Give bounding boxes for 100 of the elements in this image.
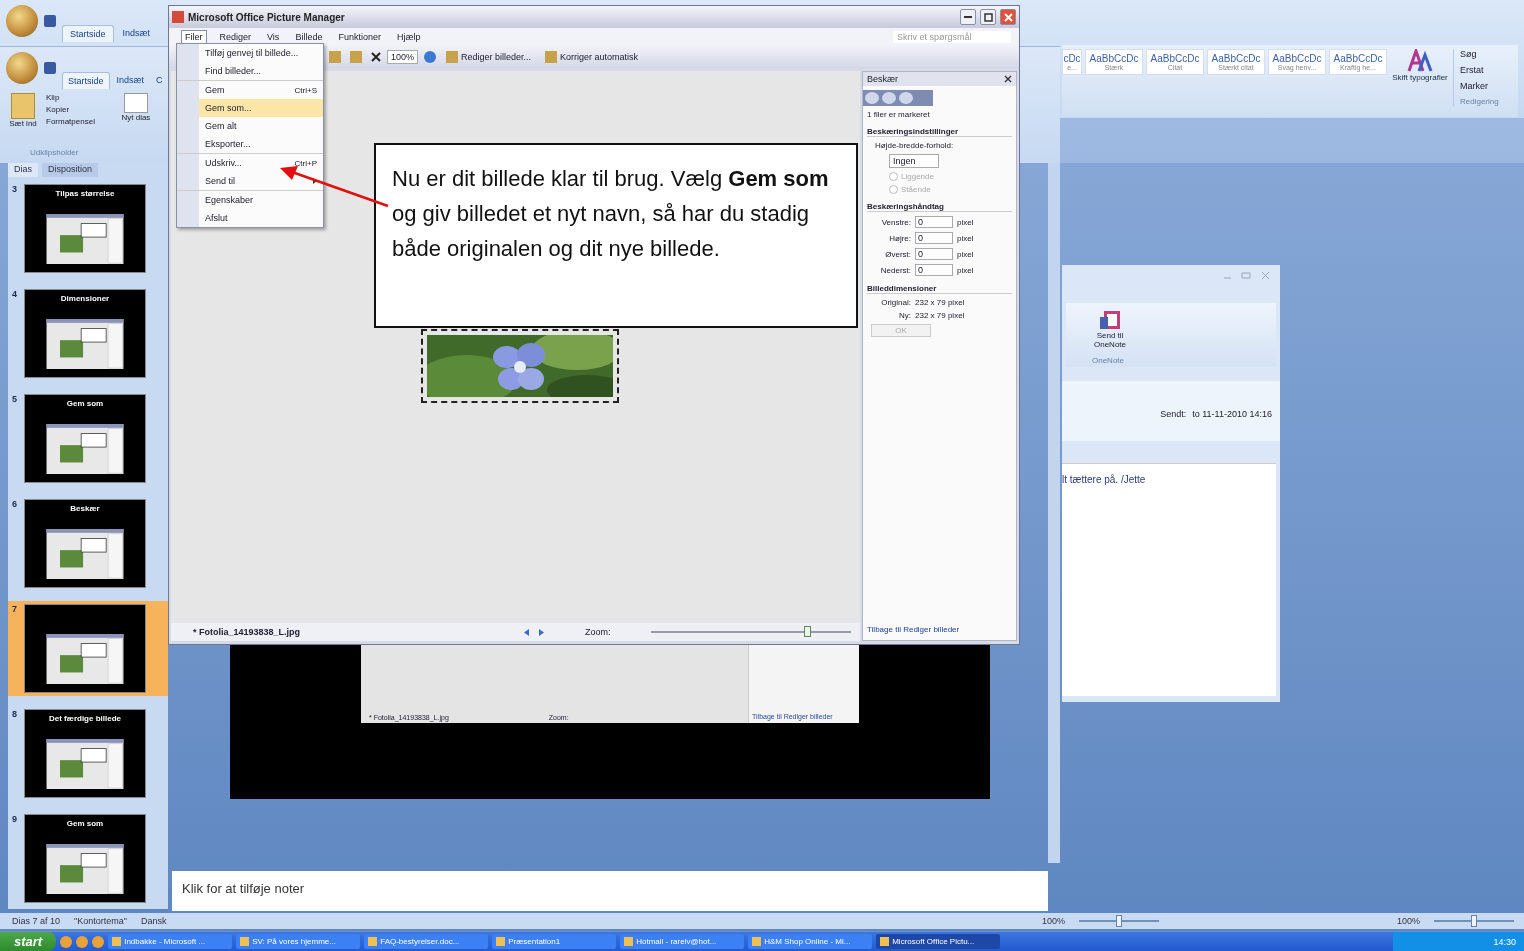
menu-item[interactable]: Vis bbox=[264, 30, 283, 43]
maximize-button[interactable] bbox=[980, 9, 996, 25]
menu-item[interactable]: Hjælp bbox=[393, 30, 424, 43]
navigation-arrows-icon[interactable] bbox=[523, 627, 545, 637]
quick-launch-icon[interactable] bbox=[92, 935, 105, 948]
taskbar-button[interactable]: H&M Shop Online - Mi... bbox=[748, 934, 873, 949]
save-icon[interactable] bbox=[44, 15, 56, 27]
taskbar-button[interactable]: SV: På vores hjemme... bbox=[236, 934, 361, 949]
auto-correct-button[interactable]: Korriger automatisk bbox=[541, 51, 643, 63]
group-label: OneNote bbox=[1092, 356, 1125, 365]
maximize-icon bbox=[983, 12, 993, 22]
clock: 14:30 bbox=[1493, 936, 1516, 947]
pane-tab[interactable]: Dias bbox=[8, 163, 38, 177]
office-button[interactable] bbox=[6, 5, 38, 37]
unit-label: pixel bbox=[957, 249, 974, 259]
forward-icon[interactable] bbox=[882, 92, 896, 104]
new-slide-button[interactable]: Nyt dias bbox=[120, 93, 151, 128]
clipboard-icon bbox=[11, 93, 35, 119]
zoom-slider-handle[interactable] bbox=[1471, 915, 1477, 927]
send-to-onenote-button[interactable]: Send til OneNote bbox=[1090, 309, 1130, 349]
close-icon[interactable] bbox=[1004, 75, 1012, 83]
number-field[interactable]: 0 bbox=[915, 232, 953, 244]
menu-item[interactable]: Funktioner bbox=[335, 30, 384, 43]
editing-button[interactable]: Erstat bbox=[1460, 65, 1499, 75]
slide-item[interactable]: 9 Gem som bbox=[8, 811, 168, 906]
start-button[interactable]: start bbox=[0, 932, 57, 951]
save-icon[interactable] bbox=[44, 62, 56, 74]
menu-item[interactable]: Gem alt bbox=[177, 117, 323, 135]
scrollbar[interactable] bbox=[1048, 163, 1060, 863]
field-label: Venstre: bbox=[880, 217, 911, 227]
back-icon[interactable] bbox=[865, 92, 879, 104]
menu-item[interactable]: Afslut bbox=[177, 209, 323, 227]
delete-icon[interactable] bbox=[371, 52, 381, 62]
ratio-dropdown[interactable]: Ingen bbox=[889, 154, 939, 168]
back-link[interactable]: Tilbage til Rediger billeder bbox=[867, 625, 1012, 634]
menu-item[interactable]: Rediger bbox=[216, 30, 255, 43]
close-button[interactable] bbox=[1000, 9, 1016, 25]
minimize-button[interactable] bbox=[960, 9, 976, 25]
help-icon[interactable] bbox=[424, 51, 437, 63]
notes-field[interactable]: Klik for at tilføje noter bbox=[172, 871, 1048, 911]
slide-item[interactable]: 3 Tilpas størrelse bbox=[8, 181, 168, 276]
callout-text: Nu er dit billede klar til brug. Vælg Gem som og giv billedet et nyt navn, så har du stadig både originalen og dit nye billede. bbox=[374, 143, 858, 328]
menu-item[interactable]: Tilføj genvej til billede... bbox=[177, 44, 323, 62]
zoom-dropdown[interactable]: 100% bbox=[387, 50, 419, 64]
zoom-slider-handle[interactable] bbox=[803, 626, 811, 637]
zoom-percent: 100% bbox=[1396, 916, 1420, 926]
slide-item[interactable]: 8 Det færdige billede bbox=[8, 706, 168, 801]
close-icon bbox=[1003, 12, 1013, 22]
pane-tab[interactable]: Disposition bbox=[42, 163, 99, 177]
ribbon-tab[interactable]: Indsæt bbox=[115, 25, 158, 42]
quick-launch-icon[interactable] bbox=[60, 935, 73, 948]
change-styles-button[interactable]: Skift typografier bbox=[1390, 49, 1450, 82]
slide-item[interactable]: 7 bbox=[8, 601, 168, 696]
menu-item[interactable]: Gem som... bbox=[177, 99, 323, 117]
ribbon-tab[interactable]: C bbox=[151, 72, 168, 89]
minimize-icon bbox=[964, 16, 972, 18]
menu-item[interactable]: Egenskaber bbox=[177, 190, 323, 209]
menu-item[interactable]: Send til bbox=[177, 172, 323, 190]
slide-item[interactable]: 6 Beskær bbox=[8, 496, 168, 591]
editing-button[interactable]: Søg bbox=[1460, 49, 1499, 59]
number-field[interactable]: 0 bbox=[915, 216, 953, 228]
clipboard-button[interactable]: Kopier bbox=[46, 105, 95, 114]
field-label: Øverst: bbox=[884, 249, 911, 259]
slide-item[interactable]: 4 Dimensioner bbox=[8, 286, 168, 381]
menu-item[interactable]: Eksporter... bbox=[177, 135, 323, 153]
slide-item[interactable]: 5 Gem som bbox=[8, 391, 168, 486]
quick-launch-icon[interactable] bbox=[76, 935, 89, 948]
ribbon-tab[interactable]: Startside bbox=[62, 72, 110, 89]
menu-item[interactable]: Billede bbox=[292, 30, 326, 43]
editing-button[interactable]: Marker bbox=[1460, 81, 1499, 91]
ribbon-tab[interactable]: Indsæt bbox=[111, 72, 150, 89]
crop-frame[interactable] bbox=[421, 329, 619, 403]
taskbar-button[interactable]: Hotmail - rarelv@hot... bbox=[620, 934, 745, 949]
field-label: Højde-bredde-forhold: bbox=[874, 141, 955, 150]
clipboard-button[interactable]: Klip bbox=[46, 93, 95, 102]
menu-item[interactable]: Find billeder... bbox=[177, 62, 323, 80]
taskbar-button[interactable]: Indbakke - Microsoft ... bbox=[108, 934, 233, 949]
number-field[interactable]: 0 bbox=[915, 264, 953, 276]
group-label: Udklipsholder bbox=[30, 148, 79, 157]
zoom-slider-handle[interactable] bbox=[1115, 915, 1122, 927]
taskbar-button[interactable]: Microsoft Office Pictu... bbox=[876, 934, 1001, 949]
slide-title: Det færdige billede bbox=[49, 714, 121, 723]
office-button[interactable] bbox=[6, 52, 38, 84]
menu-item[interactable]: Filer bbox=[181, 29, 207, 44]
letters-icon bbox=[1407, 49, 1433, 73]
unit-label: pixel bbox=[957, 233, 974, 243]
slide-number: 3 bbox=[12, 184, 18, 196]
clipboard-button[interactable]: Formatpensel bbox=[46, 117, 95, 126]
field-label: Nederst: bbox=[879, 265, 911, 275]
window-title: Microsoft Office Picture Manager bbox=[188, 11, 345, 23]
home-icon[interactable] bbox=[899, 92, 913, 104]
window-controls-icon[interactable] bbox=[1222, 270, 1272, 280]
ribbon-tab[interactable]: Startside bbox=[62, 25, 114, 42]
paste-button[interactable]: Sæt ind bbox=[8, 93, 38, 128]
submenu-arrow-icon bbox=[313, 178, 317, 184]
status-text: Dias 7 af 10 bbox=[12, 916, 61, 926]
taskbar-button[interactable]: Præsentation1 bbox=[492, 934, 617, 949]
number-field[interactable]: 0 bbox=[915, 248, 953, 260]
taskbar-button[interactable]: FAQ-bestyrelser.doc... bbox=[364, 934, 489, 949]
edit-pictures-button[interactable]: Rediger billeder... bbox=[442, 51, 536, 63]
